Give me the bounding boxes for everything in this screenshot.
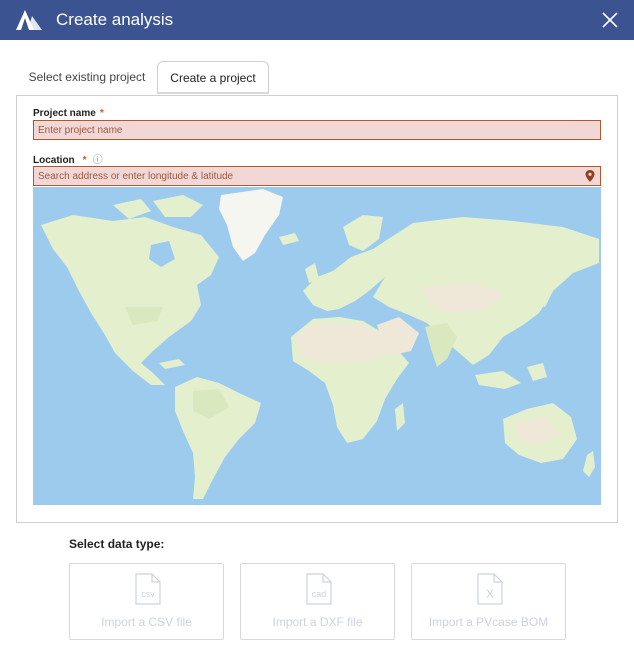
import-pvcase-bom-button[interactable]: X Import a PVcase BOM [411,563,566,640]
cad-file-icon: cad [306,573,332,605]
svg-text:cad: cad [312,589,327,599]
dialog-header: Create analysis [0,0,634,40]
import-csv-label: Import a CSV file [101,615,192,629]
csv-file-icon: csv [135,573,161,605]
map-pin-icon [585,170,595,182]
required-mark: * [82,155,87,166]
svg-text:csv: csv [141,589,155,599]
import-csv-button[interactable]: csv Import a CSV file [69,563,224,640]
import-dxf-label: Import a DXF file [272,615,363,629]
tab-create-project[interactable]: Create a project [157,61,269,94]
project-name-input[interactable] [33,120,601,140]
location-search-input[interactable] [33,166,601,186]
app-logo-icon [16,10,42,30]
dialog-title: Create analysis [56,10,174,29]
import-dxf-button[interactable]: cad Import a DXF file [240,563,395,640]
required-mark: * [99,108,104,119]
excel-file-icon: X [477,573,503,605]
world-map[interactable] [33,187,601,505]
tab-select-existing-project[interactable]: Select existing project [18,61,156,94]
close-icon[interactable] [600,10,620,30]
select-data-type-label: Select data type: [69,537,165,551]
info-icon[interactable]: ⓘ [93,155,103,166]
svg-text:X: X [486,587,494,601]
project-name-label: Project name * [33,108,104,119]
location-label: Location * ⓘ [33,155,103,166]
world-map-graphic [33,187,601,505]
import-pvcase-bom-label: Import a PVcase BOM [428,615,549,629]
